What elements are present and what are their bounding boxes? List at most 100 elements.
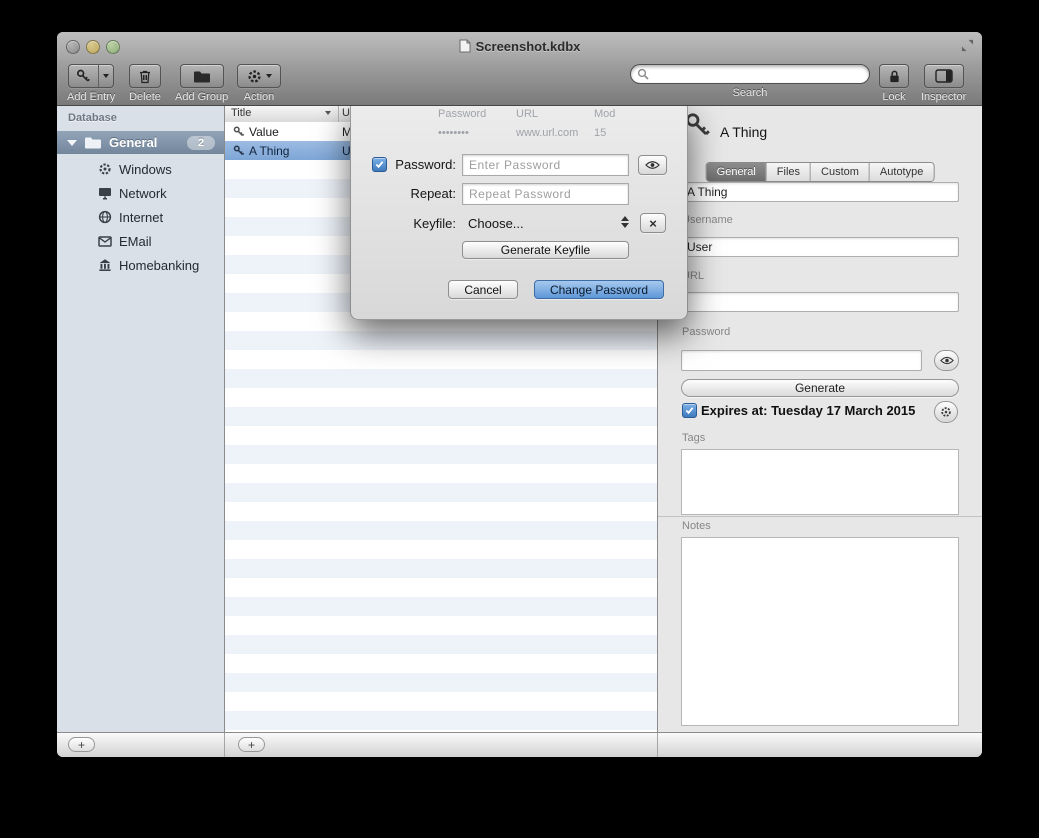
popup-stepper-icon[interactable]: [621, 216, 629, 228]
bottom-bar-divider: [224, 733, 225, 757]
tab-general[interactable]: General: [707, 163, 766, 181]
sort-descending-icon: [325, 111, 331, 115]
close-icon: ×: [649, 217, 657, 230]
trash-icon: [138, 69, 152, 84]
add-entry-group: Add Entry: [67, 64, 115, 103]
sidebar-item-label: Windows: [119, 162, 172, 177]
tags-label: Tags: [682, 432, 705, 444]
delete-button[interactable]: [129, 64, 161, 88]
column-divider[interactable]: [338, 105, 339, 122]
delete-label: Delete: [129, 91, 161, 103]
tab-files[interactable]: Files: [766, 163, 810, 181]
action-label: Action: [244, 91, 275, 103]
dimmed-cell-url: www.url.com: [516, 127, 578, 139]
fullscreen-icon[interactable]: [961, 39, 974, 57]
lock-label: Lock: [882, 91, 905, 103]
inspector-button[interactable]: [924, 64, 964, 88]
key-icon: [684, 111, 712, 146]
expires-label: Expires at: Tuesday 17 March 2015: [701, 403, 915, 418]
username-label: Username: [682, 214, 733, 226]
inspector-tabs: General Files Custom Autotype: [706, 162, 935, 182]
key-icon: [233, 126, 245, 138]
add-entry-button[interactable]: [68, 64, 114, 88]
repeat-password-input[interactable]: [462, 183, 629, 205]
add-group-plus-button[interactable]: +: [68, 737, 95, 752]
delete-group: Delete: [129, 64, 161, 103]
change-password-button[interactable]: Change Password: [534, 280, 664, 299]
sheet-password-label: Password:: [356, 157, 456, 172]
search-group: Search: [630, 64, 870, 99]
group-count-badge: 2: [187, 136, 215, 150]
sidebar-group-label: General: [109, 135, 157, 150]
search-label: Search: [733, 87, 768, 99]
folder-icon: [84, 136, 102, 149]
show-password-button[interactable]: [934, 350, 959, 371]
sidebar-item-email[interactable]: EMail: [57, 229, 224, 253]
lock-button[interactable]: [879, 64, 909, 88]
sheet-repeat-label: Repeat:: [356, 186, 456, 201]
mail-icon: [97, 236, 113, 247]
sidebar-item-label: Network: [119, 186, 167, 201]
gear-icon: [247, 69, 262, 84]
titlebar: Screenshot.kdbx: [57, 32, 982, 60]
expires-settings-button[interactable]: [934, 401, 958, 423]
expires-checkbox[interactable]: [682, 403, 697, 418]
bottom-bar-divider: [657, 733, 658, 757]
key-icon: [233, 145, 245, 157]
column-header-title[interactable]: Title: [231, 107, 251, 119]
eye-icon: [940, 356, 954, 365]
notes-field[interactable]: [681, 537, 959, 726]
window-title: Screenshot.kdbx: [476, 39, 581, 54]
key-icon: [69, 65, 97, 87]
new-password-input[interactable]: [462, 154, 629, 176]
clear-keyfile-button[interactable]: ×: [640, 213, 666, 233]
add-group-button[interactable]: [180, 64, 224, 88]
title-field[interactable]: [681, 182, 959, 202]
url-field[interactable]: [681, 292, 959, 312]
inspector-panel: A Thing General Files Custom Autotype Us…: [658, 105, 982, 732]
keyfile-popup[interactable]: Choose...: [468, 216, 524, 231]
inspector-label: Inspector: [921, 91, 966, 103]
document-icon: [459, 39, 471, 53]
dimmed-column-url: URL: [516, 108, 538, 120]
action-dropdown-caret: [266, 74, 272, 78]
dimmed-column-modified: Mod: [594, 108, 615, 120]
sidebar-header: Database: [68, 112, 117, 124]
action-button[interactable]: [237, 64, 281, 88]
sidebar-item-label: EMail: [119, 234, 152, 249]
sidebar-group-general[interactable]: General 2: [57, 131, 224, 154]
tags-field[interactable]: [681, 449, 959, 515]
search-icon: [637, 68, 649, 80]
database-sidebar: Database General 2 Windows Network: [57, 105, 225, 732]
dimmed-cell-modified: 15: [594, 127, 606, 139]
password-label: Password: [682, 326, 730, 338]
globe-icon: [97, 210, 113, 224]
sidebar-item-label: Homebanking: [119, 258, 199, 273]
folder-icon: [193, 70, 211, 83]
toolbar: Add Entry Delete Add Group: [57, 60, 982, 106]
desktop-background: Screenshot.kdbx Add Entry: [0, 0, 1039, 838]
sidebar-item-label: Internet: [119, 210, 163, 225]
search-field[interactable]: [630, 64, 870, 84]
tab-autotype[interactable]: Autotype: [869, 163, 933, 181]
sidebar-item-windows[interactable]: Windows: [57, 157, 224, 181]
add-entry-label: Add Entry: [67, 91, 115, 103]
sidebar-item-network[interactable]: Network: [57, 181, 224, 205]
reveal-password-button[interactable]: [638, 155, 667, 175]
search-input[interactable]: [653, 66, 863, 82]
generate-keyfile-button[interactable]: Generate Keyfile: [462, 241, 629, 259]
add-group-label: Add Group: [175, 91, 228, 103]
password-field[interactable]: [681, 350, 922, 371]
change-password-sheet: Password URL Mod •••••••• www.url.com 15…: [350, 105, 688, 320]
tab-custom[interactable]: Custom: [810, 163, 869, 181]
dimmed-cell-password: ••••••••: [438, 127, 469, 139]
generate-password-button[interactable]: Generate: [681, 379, 959, 397]
sidebar-item-homebanking[interactable]: Homebanking: [57, 253, 224, 277]
add-entry-dropdown[interactable]: [98, 65, 114, 87]
add-entry-plus-button[interactable]: +: [238, 737, 265, 752]
disclosure-triangle-icon[interactable]: [67, 140, 77, 146]
cancel-button[interactable]: Cancel: [448, 280, 518, 299]
sidebar-item-internet[interactable]: Internet: [57, 205, 224, 229]
gear-icon: [97, 162, 113, 176]
username-field[interactable]: [681, 237, 959, 257]
